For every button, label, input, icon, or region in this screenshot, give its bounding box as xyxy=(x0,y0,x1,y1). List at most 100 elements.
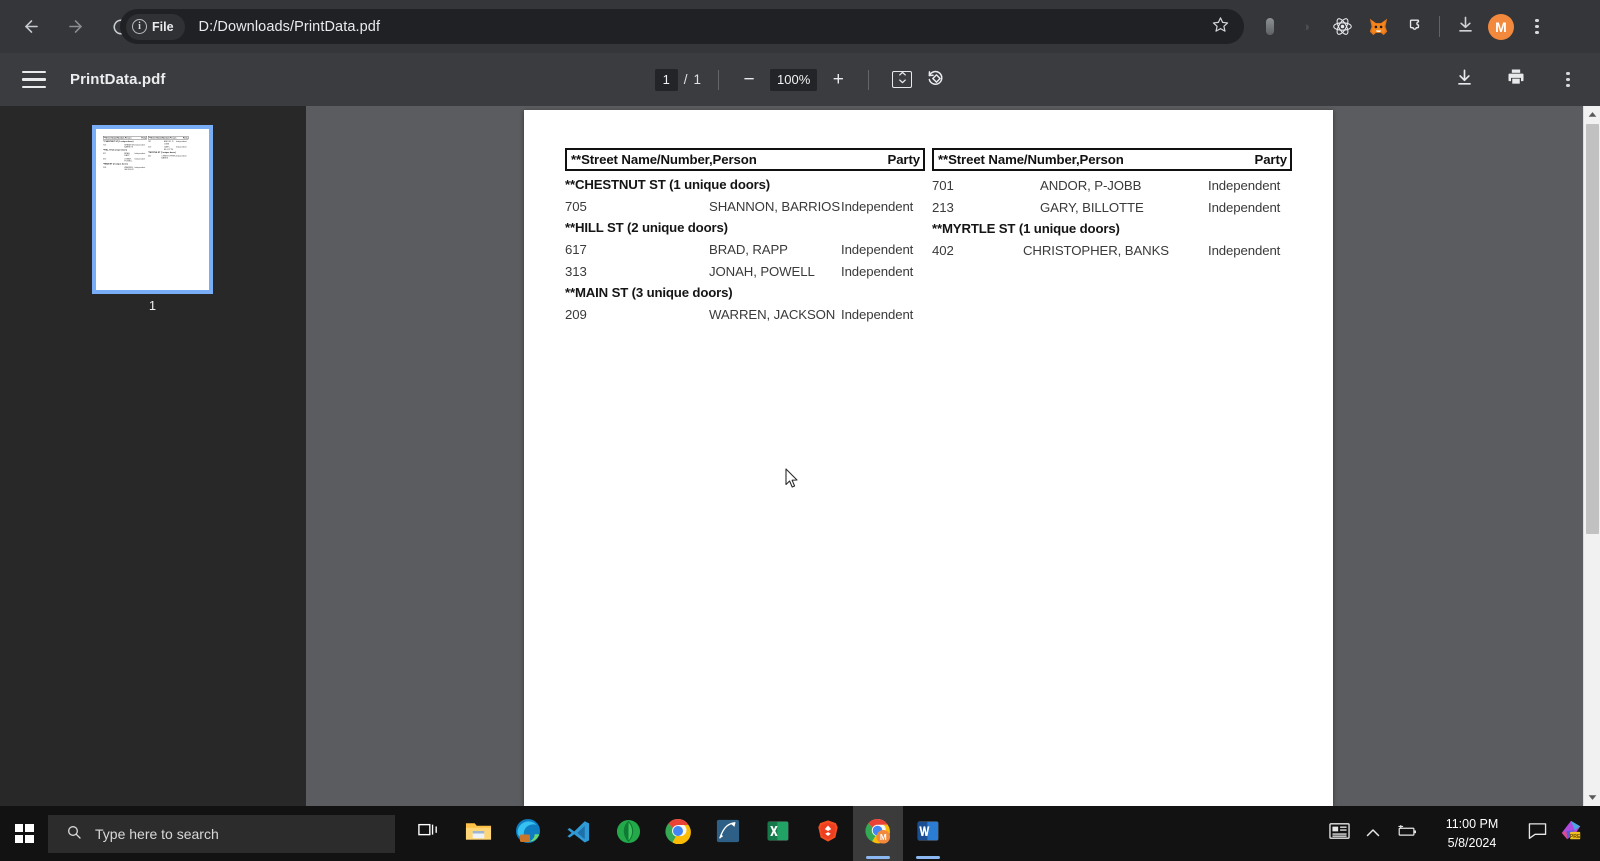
taskbar-google-chrome-button[interactable] xyxy=(653,806,703,861)
taskbar-microsoft-excel-button[interactable] xyxy=(753,806,803,861)
taskbar-microsoft-word-button[interactable] xyxy=(903,806,953,861)
back-button[interactable] xyxy=(14,10,48,44)
page-separator: / xyxy=(683,72,688,87)
column-header-right: Party xyxy=(887,152,921,167)
vertical-scrollbar[interactable] xyxy=(1583,106,1600,806)
person-name: BRAD, RAPP xyxy=(124,152,131,157)
taskbar-search-box[interactable]: Type here to search xyxy=(48,814,395,853)
voter-row: 402 CHRISTOPHER, BANKS Independent xyxy=(148,155,188,159)
scrollbar-thumb[interactable] xyxy=(1586,124,1599,534)
file-scheme-chip[interactable]: i File xyxy=(126,13,185,40)
person-name: SHANNON, BARRIOS xyxy=(709,199,841,214)
address-bar[interactable]: i File D:/Downloads/PrintData.pdf xyxy=(120,9,1244,44)
taskbar-mongodb-compass-button[interactable] xyxy=(603,806,653,861)
battery-button[interactable] xyxy=(1390,806,1424,861)
faint-extension-button[interactable]: ◑ xyxy=(1288,9,1324,45)
taskbar-file-explorer-button[interactable] xyxy=(453,806,503,861)
person-name: ANDOR, P-JOBB xyxy=(1040,178,1142,193)
scroll-up-arrow-icon[interactable] xyxy=(1584,106,1600,123)
taskbar-vscode-button[interactable] xyxy=(553,806,603,861)
react-extension-button[interactable] xyxy=(1324,9,1360,45)
pdf-viewer-toolbar: PrintData.pdf 1 / 1 − 100% + xyxy=(0,53,1600,106)
extensions-button[interactable] xyxy=(1396,9,1432,45)
pdf-toolbar-right xyxy=(1446,53,1586,106)
taskbar-brave-browser-button[interactable] xyxy=(803,806,853,861)
column-header: **Street Name/Number,Person Party xyxy=(103,136,147,140)
party-name: Independent xyxy=(841,307,914,322)
news-and-interests-button[interactable] xyxy=(1322,806,1356,861)
windows-taskbar: Type here to search M 11:00 PM 5/8/2024 … xyxy=(0,806,1600,861)
mongodb-compass-icon xyxy=(616,819,641,849)
extensions-puzzle-icon xyxy=(1405,15,1424,39)
column-header-left: **Street Name/Number,Person xyxy=(571,152,757,167)
pdf-print-button[interactable] xyxy=(1498,62,1534,98)
pdf-download-button[interactable] xyxy=(1446,62,1482,98)
taskbar-chrome-metamask-window-button[interactable]: M xyxy=(853,806,903,861)
person-name: BRAD, RAPP xyxy=(709,242,788,257)
visual-studio-code-icon xyxy=(566,819,591,849)
voter-row: 213 GARY, BILLOTTE Independent xyxy=(148,146,188,150)
zoom-level-value[interactable]: 100% xyxy=(770,68,818,91)
bookmark-button[interactable] xyxy=(1207,13,1234,40)
street-heading: **CHESTNUT ST (1 unique doors) xyxy=(103,140,134,143)
thumbnail-page-1[interactable]: **Street Name/Number,Person Party **CHESTN… xyxy=(92,125,213,294)
zoom-in-button[interactable]: + xyxy=(825,67,851,93)
fit-to-page-icon xyxy=(897,71,908,89)
voter-row: 213 GARY, BILLOTTE Independent xyxy=(932,200,1292,215)
house-number: 402 xyxy=(932,243,954,258)
start-button[interactable] xyxy=(0,806,48,861)
person-name: GARY, BILLOTTE xyxy=(163,145,174,151)
blue-app-icon xyxy=(716,819,740,848)
party-name: Independent xyxy=(134,143,146,146)
svg-text:M: M xyxy=(879,833,886,842)
url-text: D:/Downloads/PrintData.pdf xyxy=(198,18,381,35)
color-app-tray-button[interactable]: PRE xyxy=(1554,806,1588,861)
chrome-menu-button[interactable] xyxy=(1519,9,1555,45)
metamask-fox-extension-icon xyxy=(1368,17,1389,36)
pdf-page: **Street Name/Number,Person Party **CHESTN… xyxy=(524,110,1333,806)
windows-start-icon xyxy=(14,824,34,843)
zoom-out-button[interactable]: − xyxy=(736,67,762,93)
person-name: JONAH, POWELL xyxy=(709,264,815,279)
profile-button[interactable]: M xyxy=(1483,9,1519,45)
page-number-input[interactable]: 1 xyxy=(654,68,678,91)
notifications-button[interactable] xyxy=(1520,806,1554,861)
task-view-icon xyxy=(417,821,439,846)
house-number: 402 xyxy=(147,154,152,157)
taskbar-clock[interactable]: 11:00 PM 5/8/2024 xyxy=(1428,815,1516,851)
faint-extension-icon: ◑ xyxy=(1302,19,1310,34)
column-header-left: **Street Name/Number,Person xyxy=(938,152,1124,167)
column-header-left: **Street Name/Number,Person xyxy=(103,136,132,139)
react-atom-extension-icon xyxy=(1332,16,1353,37)
voter-row: 313 JONAH, POWELL Independent xyxy=(103,158,147,162)
party-name: Independent xyxy=(841,199,914,214)
pdf-more-button[interactable] xyxy=(1550,62,1586,98)
pill-extension-button[interactable] xyxy=(1252,9,1288,45)
house-number: 617 xyxy=(565,242,587,257)
forward-button[interactable] xyxy=(58,10,92,44)
microsoft-edge-icon xyxy=(515,818,541,849)
rotate-button[interactable] xyxy=(926,68,945,92)
column-header-right: Party xyxy=(1254,152,1288,167)
scroll-down-arrow-icon[interactable] xyxy=(1584,789,1600,806)
fit-to-page-button[interactable] xyxy=(892,71,913,89)
downloads-button[interactable] xyxy=(1447,9,1483,45)
voter-row: 701 ANDOR, P-JOBB Independent xyxy=(932,178,1292,193)
color-app-tray-icon: PRE xyxy=(1559,819,1583,848)
chrome-metamask-window-icon: M xyxy=(864,818,892,850)
house-number: 209 xyxy=(103,166,107,169)
house-number: 705 xyxy=(103,143,107,146)
document-columns: **Street Name/Number,Person Party **CHESTN… xyxy=(103,136,189,171)
show-hidden-icons-button[interactable] xyxy=(1356,806,1390,861)
microsoft-word-icon xyxy=(916,819,940,848)
news-and-interests-icon xyxy=(1328,822,1350,845)
taskbar-search-placeholder: Type here to search xyxy=(95,825,219,842)
taskbar-task-view-button[interactable] xyxy=(403,806,453,861)
party-name: Independent xyxy=(175,145,187,149)
voter-row: 209 WARREN, JACKSON Independent xyxy=(103,166,147,170)
taskbar-microsoft-edge-button[interactable] xyxy=(503,806,553,861)
column-header-right: Party xyxy=(182,136,188,139)
metamask-extension-button[interactable] xyxy=(1360,9,1396,45)
column-header-right: Party xyxy=(141,136,147,139)
taskbar-blue-app-button[interactable] xyxy=(703,806,753,861)
